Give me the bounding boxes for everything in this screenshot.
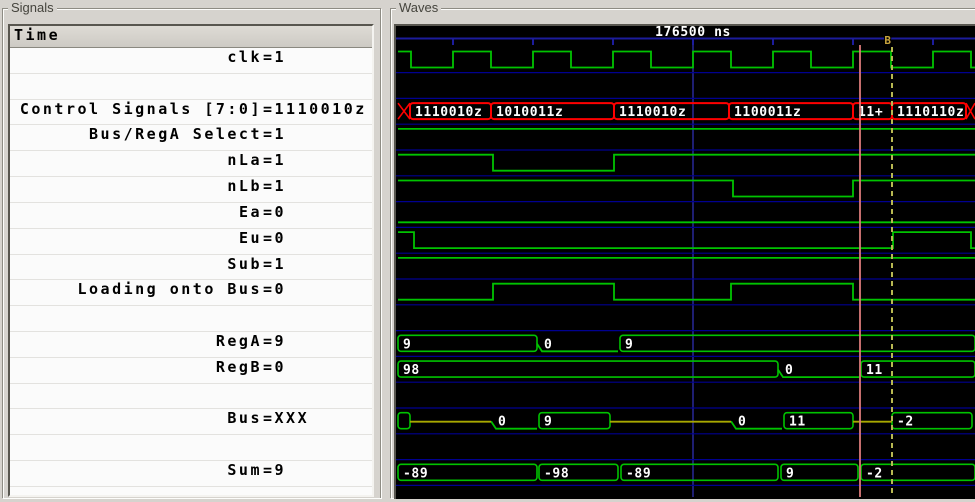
- signal-name: Bus: [227, 409, 262, 428]
- signal-name: nLb: [227, 177, 262, 196]
- signal-row[interactable]: Bus/RegA Select=1: [10, 125, 372, 152]
- time-header: Time: [10, 26, 372, 48]
- signal-value: =XXX: [263, 409, 310, 428]
- wave-canvas[interactable]: 1110010z 1010011z 1110010z 1100011z 11+ 11101…: [394, 24, 975, 499]
- bus-value-label: -2: [897, 415, 914, 430]
- named-marker-b-label: B: [884, 34, 891, 47]
- signal-name: Control Signals [7:0]: [19, 99, 262, 118]
- signals-list[interactable]: Time clk=1 Control Signals [7:0]=1110010z…: [8, 24, 374, 497]
- signal-row[interactable]: Sub=1: [10, 255, 372, 281]
- bus-value-label: 11: [866, 363, 883, 378]
- bus-value-label: 0: [738, 415, 746, 430]
- signal-value: =0: [263, 357, 287, 376]
- waves-panel-label: Waves: [396, 0, 442, 15]
- signal-row[interactable]: nLb=1: [10, 177, 372, 203]
- signal-row[interactable]: clk=1: [10, 48, 372, 74]
- signal-value: =1: [263, 177, 287, 196]
- bus-value-label: -89: [403, 466, 428, 481]
- signal-rows-container: clk=1 Control Signals [7:0]=1110010z Bus/R…: [10, 48, 372, 487]
- signal-value: =1: [263, 125, 287, 144]
- signal-row[interactable]: RegA=9: [10, 332, 372, 358]
- signal-name: Loading onto Bus: [77, 280, 262, 299]
- bus-value-label: -98: [544, 466, 569, 481]
- signal-value: =1: [263, 48, 287, 66]
- signal-name: RegB: [215, 357, 262, 376]
- bus-value-label: 98: [403, 363, 420, 378]
- bus-value-label: 9: [786, 466, 794, 481]
- signal-name: Eu: [238, 228, 262, 247]
- signal-row[interactable]: Control Signals [7:0]=1110010z: [10, 100, 372, 126]
- signal-row[interactable]: RegB=0: [10, 358, 372, 384]
- signal-name: Sub: [227, 254, 262, 273]
- bus-value-label: 1110010z: [619, 105, 686, 120]
- signal-value: =0: [263, 202, 287, 221]
- signal-row[interactable]: [10, 435, 372, 461]
- signal-name: Ea: [238, 202, 262, 221]
- signal-name: RegA: [215, 331, 262, 350]
- bus-value-label: -89: [626, 466, 651, 481]
- bus-value-label: 9: [544, 415, 552, 430]
- signal-row[interactable]: Ea=0: [10, 203, 372, 229]
- signal-name: Bus/RegA Select: [89, 125, 262, 144]
- signal-row[interactable]: Eu=0: [10, 229, 372, 255]
- bus-value-label: 1110110z: [897, 105, 964, 120]
- signal-value: =9: [263, 331, 287, 350]
- bus-value-label: 1010011z: [496, 105, 563, 120]
- signal-value: =9: [263, 461, 287, 479]
- signal-name: Sum: [227, 461, 262, 479]
- signal-name: nLa: [227, 151, 262, 170]
- signal-row[interactable]: nLa=1: [10, 151, 372, 178]
- bus-value-label: 1100011z: [734, 105, 801, 120]
- signal-value: =0: [263, 228, 287, 247]
- signal-row[interactable]: Bus=XXX: [10, 409, 372, 436]
- signal-row[interactable]: [10, 384, 372, 410]
- signal-value: =1: [263, 151, 287, 170]
- wave-svg[interactable]: 1110010z 1010011z 1110010z 1100011z 11+ 11101…: [396, 24, 975, 497]
- bus-value-label: 0: [544, 337, 552, 352]
- signals-panel-label: Signals: [8, 0, 57, 15]
- bus-value-label: 0: [785, 363, 793, 378]
- signal-row[interactable]: Loading onto Bus=0: [10, 280, 372, 307]
- wave-background: [396, 26, 975, 497]
- signal-row[interactable]: [10, 306, 372, 332]
- signal-value: =1: [263, 254, 287, 273]
- bus-value-label: 11: [789, 415, 806, 430]
- signal-value: =1110010z: [263, 99, 367, 118]
- signal-value: =0: [263, 280, 287, 299]
- bus-value-label: 9: [625, 337, 633, 352]
- bus-value-label: -2: [866, 466, 883, 481]
- waveform-viewer-window: Signals Time clk=1 Control Signals [7:0]=…: [0, 0, 975, 499]
- bus-value-label: 1110010z: [415, 105, 482, 120]
- signal-row[interactable]: Sum=9: [10, 461, 372, 487]
- bus-value-label: 9: [403, 337, 411, 352]
- bus-value-label: 0: [498, 415, 506, 430]
- signal-row[interactable]: [10, 74, 372, 100]
- bus-value-label: 11+: [858, 105, 883, 120]
- signal-name: clk: [227, 48, 262, 66]
